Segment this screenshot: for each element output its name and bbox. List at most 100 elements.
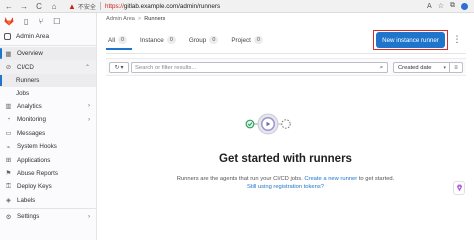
- registration-tokens-link[interactable]: Still using registration tokens?: [247, 184, 324, 190]
- tab-all[interactable]: All 0: [106, 33, 132, 50]
- chevron-down-icon: ▾: [120, 65, 124, 71]
- tab-count-badge: 0: [253, 36, 263, 44]
- message-icon: ▭: [5, 130, 12, 138]
- warning-icon: ▲: [68, 1, 76, 11]
- browser-toolbar: ← → C ⌂ ▲ 不安全 https://gitlab.example.com…: [0, 0, 474, 13]
- sidebar: ▯ ⑂ ☐ Admin Area ▦ Overview ⊘ CI/CD ⌃ Ru…: [0, 13, 97, 240]
- issues-icon[interactable]: ☐: [53, 17, 60, 26]
- sidebar-item-label: Overview: [17, 50, 43, 58]
- browser-actions: A ☆ ⧉: [427, 2, 474, 10]
- empty-state-text-suffix: to get started.: [357, 176, 395, 182]
- home-icon[interactable]: ⌂: [48, 0, 60, 12]
- runners-empty-state-illustration-icon: [245, 113, 291, 135]
- sidebar-item-applications[interactable]: ⊞ Applications: [0, 153, 96, 166]
- history-icon: ↻: [114, 65, 120, 71]
- url-scheme: https://: [104, 2, 124, 10]
- monitor-icon: ◔: [6, 116, 11, 124]
- breadcrumb: Admin Area > Runners: [106, 16, 165, 22]
- applications-icon: ⊞: [5, 157, 12, 165]
- sidebar-toggle-icon[interactable]: ▯: [24, 17, 28, 26]
- settings-icon: ⚙: [5, 213, 12, 221]
- grid-icon: ▦: [5, 50, 12, 58]
- address-bar[interactable]: https://gitlab.example.com/admin/runners: [105, 3, 220, 10]
- sort-direction-icon[interactable]: ≡: [450, 62, 463, 73]
- divider: [0, 207, 96, 209]
- sidebar-item-label: System Hooks: [17, 143, 57, 151]
- flag-icon: ⚑: [5, 170, 12, 178]
- main-content: Admin Area > Runners All 0 Instance 0 Grou…: [97, 13, 474, 240]
- sidebar-item-settings[interactable]: ⚙ Settings ›: [0, 210, 96, 223]
- create-runner-link[interactable]: Create a new runner: [304, 176, 357, 182]
- sidebar-item-label: Settings: [17, 213, 40, 221]
- sidebar-item-deploy-keys[interactable]: ⚿ Deploy Keys: [0, 180, 96, 193]
- admin-icon: [4, 33, 11, 40]
- sidebar-item-label: Abuse Reports: [17, 169, 58, 177]
- hook-icon: ⌁: [6, 143, 11, 151]
- empty-state-description: Runners are the agents that run your CI/…: [97, 175, 474, 191]
- admin-area-label: Admin Area: [16, 33, 50, 40]
- reload-icon[interactable]: C: [33, 0, 45, 12]
- sidebar-subitem-runners[interactable]: Runners: [0, 73, 96, 87]
- tab-label: All: [108, 36, 115, 44]
- sidebar-item-monitoring[interactable]: ◔ Monitoring ›: [0, 113, 96, 126]
- sidebar-item-label: Monitoring: [17, 116, 46, 124]
- tab-count-badge: 0: [166, 36, 176, 44]
- tab-project[interactable]: Project 0: [229, 33, 268, 50]
- admin-area-header[interactable]: Admin Area: [0, 29, 96, 44]
- profile-avatar[interactable]: [461, 2, 468, 10]
- forward-icon[interactable]: →: [18, 0, 30, 12]
- breadcrumb-separator: >: [137, 16, 142, 22]
- sidebar-item-system-hooks[interactable]: ⌁ System Hooks: [0, 140, 96, 153]
- read-aloud-icon[interactable]: A: [427, 3, 432, 10]
- key-icon: ⚿: [6, 182, 11, 190]
- collections-icon[interactable]: ⧉: [450, 2, 455, 10]
- label-icon: ◈: [6, 197, 11, 205]
- sidebar-item-label: Deploy Keys: [17, 183, 52, 191]
- divider: [99, 2, 101, 10]
- merge-request-icon[interactable]: ⑂: [38, 17, 43, 26]
- chevron-down-icon: ▾: [443, 64, 446, 71]
- sidebar-item-labels[interactable]: ◈ Labels: [0, 194, 96, 207]
- sidebar-subitem-jobs[interactable]: Jobs: [0, 87, 96, 100]
- chevron-up-icon: ⌃: [84, 64, 90, 71]
- search-input[interactable]: Search or filter results...: [131, 62, 388, 73]
- sidebar-item-label: CI/CD: [17, 63, 34, 71]
- chevron-right-icon: ›: [88, 116, 90, 123]
- search-icon[interactable]: ⌕: [376, 62, 388, 73]
- sidebar-item-analytics[interactable]: ▥ Analytics ›: [0, 100, 96, 113]
- favorite-icon[interactable]: ☆: [438, 2, 444, 10]
- sort-dropdown[interactable]: Created date ▾: [393, 62, 450, 73]
- chevron-right-icon: ›: [88, 103, 90, 110]
- recent-searches-button[interactable]: ↻ ▾: [109, 62, 129, 73]
- insecure-label[interactable]: 不安全: [78, 2, 96, 11]
- sidebar-item-overview[interactable]: ▦ Overview: [0, 47, 96, 61]
- tab-group[interactable]: Group 0: [187, 33, 224, 50]
- tab-count-badge: 0: [209, 36, 219, 44]
- tabs-divider: [106, 53, 466, 54]
- back-icon[interactable]: ←: [3, 0, 15, 12]
- sort-label: Created date: [398, 64, 432, 71]
- sidebar-item-label: Labels: [17, 196, 36, 204]
- runner-type-tabs: All 0 Instance 0 Group 0 Project 0: [106, 33, 274, 50]
- filter-bar: ↻ ▾ Search or filter results... ⌕ Created…: [106, 58, 466, 76]
- chart-icon: ▥: [5, 103, 12, 111]
- new-instance-runner-button[interactable]: New instance runner: [376, 32, 445, 48]
- sidebar-item-cicd[interactable]: ⊘ CI/CD ⌃: [0, 60, 96, 74]
- sidebar-item-abuse-reports[interactable]: ⚑ Abuse Reports: [0, 167, 96, 180]
- tab-label: Group: [188, 36, 207, 44]
- more-actions-icon[interactable]: ⋮: [452, 32, 462, 46]
- empty-state-title: Get started with runners: [219, 153, 352, 165]
- breadcrumb-runners[interactable]: Runners: [144, 16, 165, 22]
- empty-state-text: Runners are the agents that run your CI/…: [176, 176, 305, 182]
- url-path: gitlab.example.com/admin/runners: [123, 2, 221, 10]
- tanuki-help-button[interactable]: [453, 181, 465, 195]
- sidebar-item-label: Applications: [17, 156, 51, 164]
- tab-instance[interactable]: Instance 0: [138, 33, 181, 50]
- gitlab-logo-icon[interactable]: [4, 16, 14, 26]
- sidebar-item-messages[interactable]: ▭ Messages: [0, 127, 96, 140]
- breadcrumb-admin-area[interactable]: Admin Area: [106, 16, 135, 22]
- divider: [0, 45, 96, 46]
- sidebar-item-label: Messages: [17, 129, 46, 137]
- chevron-right-icon: ›: [88, 213, 90, 220]
- rocket-icon: ⊘: [5, 64, 12, 72]
